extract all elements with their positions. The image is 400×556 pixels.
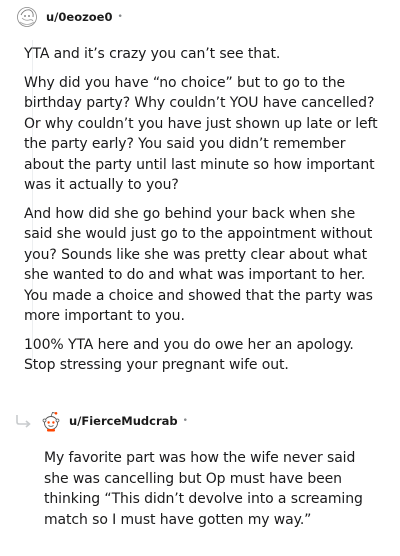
- comment-paragraph: 100% YTA here and you do owe her an apol…: [24, 336, 354, 374]
- separator-dot: •: [117, 12, 123, 22]
- reply-body: My favorite part was how the wife never …: [44, 448, 384, 538]
- snoo-avatar-icon[interactable]: [40, 410, 62, 432]
- comment-paragraph: YTA and it’s crazy you can’t see that.: [24, 46, 281, 62]
- reply-arrow-icon: [14, 413, 34, 429]
- comment-body: YTA and it’s crazy you can’t see that. W…: [24, 44, 384, 384]
- separator-dot: •: [182, 416, 188, 426]
- comment-paragraph: My favorite part was how the wife never …: [44, 450, 363, 528]
- username-link[interactable]: u/FierceMudcrab: [69, 414, 178, 428]
- user-avatar-icon[interactable]: [16, 6, 38, 28]
- comment-header: u/0eozoe0 •: [16, 6, 123, 28]
- username-link[interactable]: u/0eozoe0: [46, 10, 112, 24]
- reply-header: u/FierceMudcrab •: [14, 410, 188, 432]
- comment-paragraph: Why did you have “no choice” but to go t…: [24, 74, 378, 194]
- comment-paragraph: And how did she go behind your back when…: [24, 205, 373, 325]
